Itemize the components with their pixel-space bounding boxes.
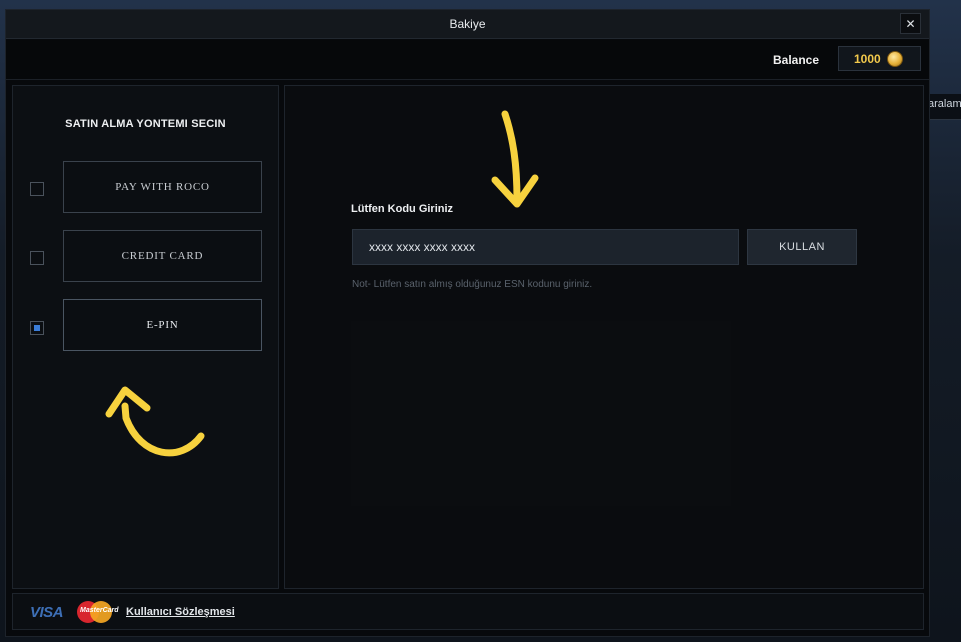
balance-label: Balance — [773, 53, 820, 67]
down-arrow-icon — [491, 110, 539, 208]
curved-arrow-icon — [105, 386, 205, 457]
balance-modal: Bakiye ✕ Balance 1000 SATIN ALMA YONTEMI… — [5, 9, 930, 637]
epin-note: Not- Lütfen satın almış olduğunuz ESN ko… — [352, 279, 593, 290]
close-icon: ✕ — [905, 16, 916, 31]
payment-method-heading: SATIN ALMA YONTEMI SECIN — [65, 118, 226, 130]
close-button[interactable]: ✕ — [900, 13, 921, 34]
epin-panel: Lütfen Kodu Giriniz KULLAN Not- Lütfen s… — [284, 85, 924, 589]
terms-link[interactable]: Kullanıcı Sözleşmesi — [126, 606, 235, 618]
balance-value: 1000 — [854, 51, 881, 66]
content-area — [351, 321, 731, 506]
coin-icon — [886, 50, 903, 67]
background-partial-label: aralam — [928, 94, 961, 120]
checkbox-credit-card[interactable] — [30, 251, 44, 265]
mastercard-logo: MasterCard — [77, 601, 119, 623]
modal-title: Bakiye — [449, 17, 486, 31]
code-label: Lütfen Kodu Giriniz — [351, 203, 454, 215]
modal-titlebar: Bakiye ✕ — [6, 10, 929, 39]
checkbox-e-pin[interactable] — [30, 321, 44, 335]
checkbox-pay-with-roco[interactable] — [30, 182, 44, 196]
visa-logo: VISA — [30, 604, 64, 621]
epin-code-input[interactable] — [352, 229, 739, 265]
balance-display: 1000 — [838, 46, 921, 71]
method-e-pin-button[interactable]: E-PIN — [63, 299, 262, 351]
payment-method-panel: SATIN ALMA YONTEMI SECIN PAY WITH ROCO C… — [12, 85, 279, 589]
modal-footer: VISA MasterCard Kullanıcı Sözleşmesi — [12, 593, 924, 630]
balance-bar: Balance 1000 — [6, 40, 929, 80]
method-pay-with-roco-button[interactable]: PAY WITH ROCO — [63, 161, 262, 213]
method-credit-card-button[interactable]: CREDIT CARD — [63, 230, 262, 282]
mastercard-logo-text: MasterCard — [80, 607, 119, 614]
use-code-button[interactable]: KULLAN — [747, 229, 857, 265]
